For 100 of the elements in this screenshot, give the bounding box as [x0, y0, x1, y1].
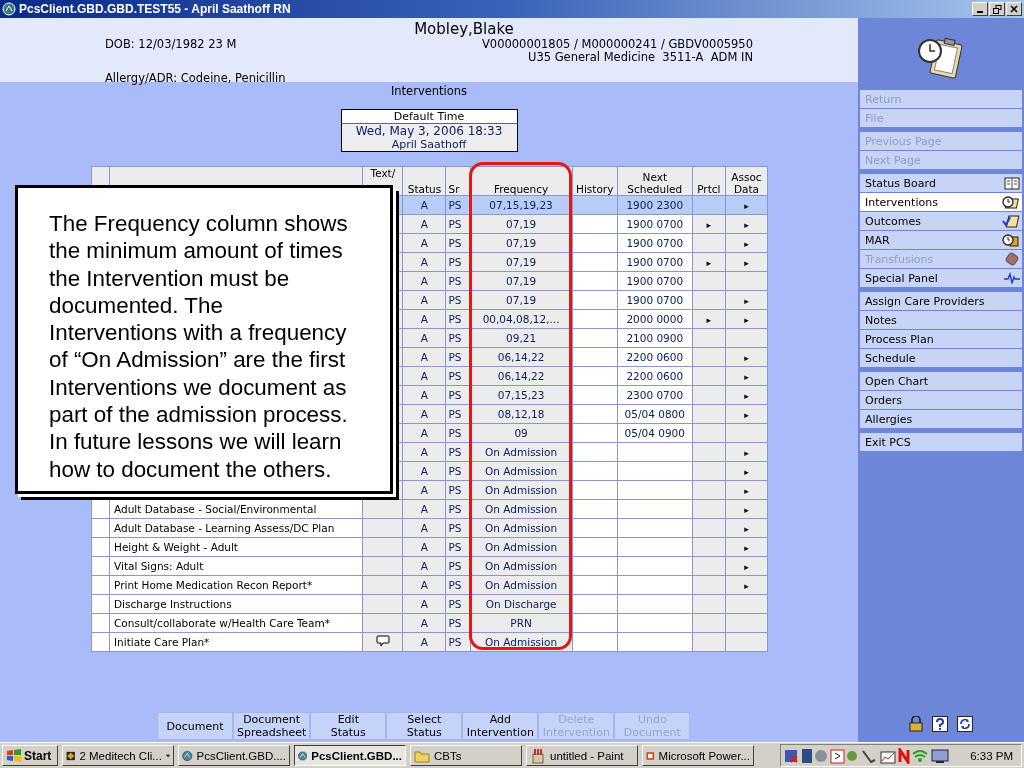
restore-button[interactable] [989, 2, 1005, 16]
assoc-data-arrow[interactable]: ▸ [744, 448, 749, 458]
protocol-arrow[interactable]: ▸ [706, 258, 712, 268]
sidebar-item[interactable]: Special Panel [860, 269, 1022, 287]
sidebar-item[interactable]: Status Board [860, 174, 1022, 192]
default-time-value: Wed, May 3, 2006 18:33 [354, 124, 504, 139]
patient-dob: DOB: 12/03/1982 23 M [105, 38, 237, 51]
restore-icon [992, 4, 1002, 14]
refresh-icon[interactable] [957, 716, 973, 732]
next-scheduled-cell: 1900 0700 [626, 256, 684, 268]
status-cell: A [420, 522, 429, 534]
next-scheduled-cell: 05/04 0900 [624, 427, 685, 439]
assoc-data-arrow[interactable]: ▸ [744, 258, 749, 268]
source-cell: PS [448, 408, 462, 420]
status-cell: A [420, 484, 429, 496]
column-header[interactable]: Status [402, 166, 446, 196]
next-scheduled-cell: 2300 0700 [626, 389, 684, 401]
status-cell: A [420, 389, 429, 401]
taskbar-button[interactable]: PcsClient.GBD... [294, 745, 406, 766]
status-cell: A [420, 237, 429, 249]
sidebar-item[interactable]: Orders [860, 391, 1022, 409]
blood-bag-icon [1004, 252, 1020, 266]
status-cell: A [420, 294, 429, 306]
column-header[interactable]: Prtcl [692, 166, 726, 196]
assoc-data-arrow[interactable]: ▸ [744, 562, 749, 572]
minimize-button[interactable] [972, 2, 988, 16]
toolbar-button[interactable]: Add Intervention [462, 712, 539, 740]
frequency-cell: 07,15,23 [497, 389, 545, 401]
source-cell: PS [448, 294, 462, 306]
sidebar-item[interactable]: Process Plan [860, 330, 1022, 348]
allergy-text: Allergy/ADR: Codeine, Penicillin [105, 72, 286, 85]
assoc-data-arrow[interactable]: ▸ [744, 296, 749, 306]
assoc-data-arrow[interactable]: ▸ [744, 543, 749, 553]
assoc-data-arrow[interactable]: ▸ [744, 410, 749, 420]
status-cell: A [420, 199, 429, 211]
column-header[interactable]: Assoc Data [725, 166, 768, 196]
assoc-data-arrow[interactable]: ▸ [744, 467, 749, 477]
column-header[interactable]: Next Scheduled [617, 166, 693, 196]
assoc-data-arrow[interactable]: ▸ [744, 315, 749, 325]
frequency-cell: On Admission [485, 484, 558, 496]
lock-icon[interactable] [909, 716, 923, 732]
source-cell: PS [448, 370, 462, 382]
taskbar-button[interactable]: CBTs [410, 745, 522, 766]
source-cell: PS [448, 389, 462, 401]
status-cell: A [420, 541, 429, 553]
source-cell: PS [448, 503, 462, 515]
sidebar-item[interactable]: Outcomes [860, 212, 1022, 230]
assoc-data-arrow[interactable]: ▸ [744, 353, 749, 363]
sidebar-item[interactable]: Schedule [860, 349, 1022, 367]
taskbar-button[interactable]: 2 Meditech Cli... [62, 745, 174, 766]
help-icon[interactable] [932, 716, 948, 732]
start-button[interactable]: Start [2, 745, 58, 766]
toolbar-button[interactable]: Select Status [386, 712, 463, 740]
frequency-cell: 07,15,19,23 [489, 199, 553, 211]
toolbar-button[interactable]: Edit Status [310, 712, 387, 740]
sidebar-item[interactable]: Assign Care Providers [860, 292, 1022, 310]
sidebar-item[interactable]: Interventions [860, 193, 1022, 211]
folder-icon [414, 748, 430, 763]
assoc-data-arrow[interactable]: ▸ [744, 505, 749, 515]
taskbar-button[interactable]: Microsoft Power... [642, 745, 754, 766]
frequency-cell: On Discharge [485, 598, 557, 610]
toolbar-button[interactable]: Document [157, 712, 233, 740]
protocol-arrow[interactable]: ▸ [706, 220, 712, 230]
sidebar-item[interactable]: Allergies [860, 410, 1022, 428]
next-scheduled-cell: 1900 0700 [626, 294, 684, 306]
close-button[interactable] [1006, 2, 1022, 16]
column-header[interactable]: History [572, 166, 618, 196]
sidebar-item[interactable]: Exit PCS [860, 433, 1022, 451]
assoc-data-arrow[interactable]: ▸ [744, 391, 749, 401]
assoc-data-arrow[interactable]: ▸ [744, 201, 749, 211]
next-scheduled-cell: 1900 0700 [626, 218, 684, 230]
assoc-data-arrow[interactable]: ▸ [744, 372, 749, 382]
protocol-arrow[interactable]: ▸ [706, 315, 712, 325]
next-scheduled-cell: 1900 0700 [626, 237, 684, 249]
sidebar-item[interactable]: Notes [860, 311, 1022, 329]
assoc-data-arrow[interactable]: ▸ [744, 239, 749, 249]
sidebar-item[interactable]: Open Chart [860, 372, 1022, 390]
next-scheduled-cell: 05/04 0800 [624, 408, 685, 420]
patient-ids: V00000001805 / M000000241 / GBDV0005950 [481, 38, 753, 51]
source-cell: PS [448, 465, 462, 477]
sidebar-item[interactable]: MAR [860, 231, 1022, 249]
frequency-cell: On Admission [485, 636, 558, 648]
status-cell: A [420, 256, 429, 268]
assoc-data-arrow[interactable]: ▸ [744, 486, 749, 496]
column-header[interactable]: Frequency [470, 166, 573, 196]
taskbar-button[interactable]: untitled - Paint [526, 745, 638, 766]
frequency-cell: On Admission [485, 503, 558, 515]
taskbar-button[interactable]: PcsClient.GBD.... [178, 745, 290, 766]
assoc-data-arrow[interactable]: ▸ [744, 524, 749, 534]
app-icon [2, 2, 16, 16]
status-cell: A [420, 579, 429, 591]
next-scheduled-cell: 1900 2300 [626, 199, 684, 211]
frequency-cell: On Admission [485, 446, 558, 458]
source-cell: PS [448, 351, 462, 363]
assoc-data-arrow[interactable]: ▸ [744, 581, 749, 591]
frequency-cell: On Admission [485, 541, 558, 553]
note-icon[interactable] [375, 635, 390, 647]
assoc-data-arrow[interactable]: ▸ [744, 220, 749, 230]
toolbar-button[interactable]: Document Spreadsheet [233, 712, 311, 740]
frequency-cell: 00,04,08,12,... [482, 313, 560, 325]
